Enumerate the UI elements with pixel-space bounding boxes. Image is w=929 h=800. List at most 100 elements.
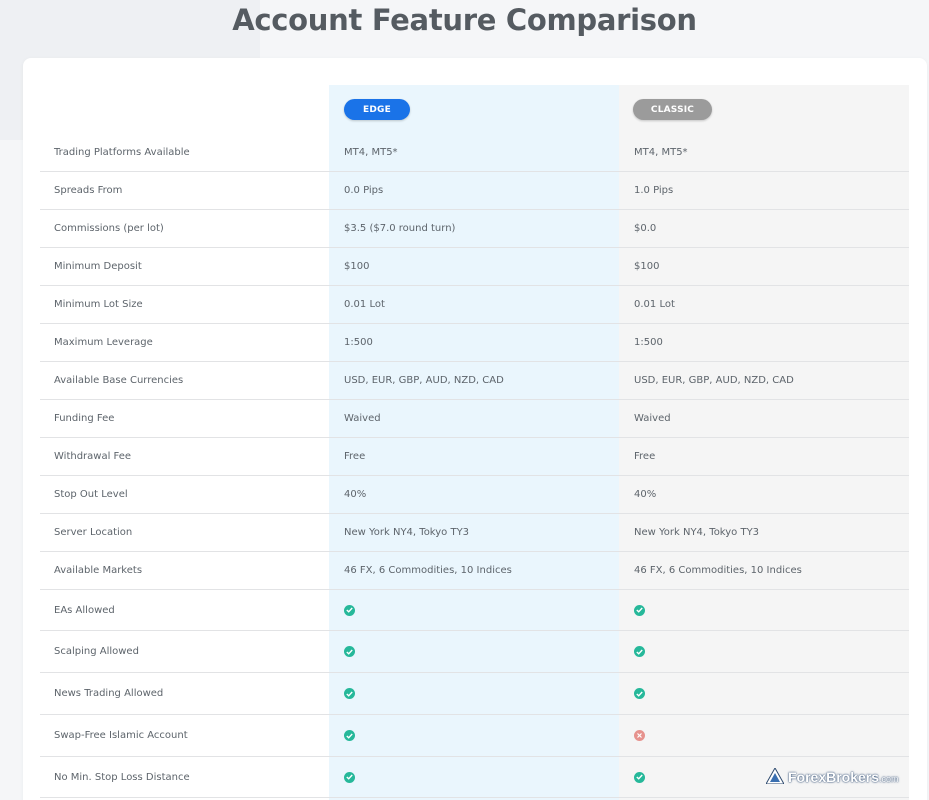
edge-value-cell: 1:500 (344, 324, 624, 361)
classic-value: $100 (634, 261, 660, 272)
check-icon (634, 646, 645, 657)
check-icon (344, 730, 355, 741)
classic-value-cell: MT4, MT5* (634, 134, 904, 171)
classic-value: 1:500 (634, 337, 663, 348)
row-label: No Min. Stop Loss Distance (54, 771, 190, 783)
edge-value: 0.01 Lot (344, 299, 385, 310)
classic-value-cell: $100 (634, 248, 904, 285)
row-label: Stop Out Level (54, 489, 128, 500)
row-label-cell: Minimum Lot Size (54, 286, 324, 323)
classic-value-cell: 1.0 Pips (634, 172, 904, 209)
row-label-cell: Funding Fee (54, 400, 324, 437)
row-label-cell: Commissions (per lot) (54, 210, 324, 247)
edge-value-cell: Free (344, 438, 624, 475)
table-row: Available Base Currencies USD, EUR, GBP, … (40, 362, 909, 400)
edge-value-cell (344, 673, 624, 714)
edge-value-cell: $100 (344, 248, 624, 285)
row-label-cell: News Trading Allowed (54, 673, 324, 714)
page-title: Account Feature Comparison (232, 3, 697, 37)
comparison-table: Trading Platforms Available MT4, MT5* MT4,… (40, 134, 909, 798)
row-label-cell: No Min. Stop Loss Distance (54, 757, 324, 797)
row-label-cell: Trading Platforms Available (54, 134, 324, 171)
edge-value: 46 FX, 6 Commodities, 10 Indices (344, 565, 512, 576)
row-label-cell: Spreads From (54, 172, 324, 209)
classic-account-badge[interactable]: CLASSIC (633, 99, 712, 120)
edge-value-cell: 0.01 Lot (344, 286, 624, 323)
edge-value: USD, EUR, GBP, AUD, NZD, CAD (344, 375, 504, 386)
row-label: Minimum Lot Size (54, 299, 143, 310)
classic-value-cell (634, 673, 904, 714)
edge-account-badge[interactable]: EDGE (344, 99, 410, 120)
table-row: Scalping Allowed (40, 631, 909, 673)
watermark-brand: ForexBrokers (788, 769, 880, 785)
row-label-cell: Available Base Currencies (54, 362, 324, 399)
row-label: Available Base Currencies (54, 375, 184, 386)
row-label-cell: EAs Allowed (54, 590, 324, 630)
row-label-cell: Available Markets (54, 552, 324, 589)
edge-value-cell: 46 FX, 6 Commodities, 10 Indices (344, 552, 624, 589)
table-row: News Trading Allowed (40, 673, 909, 715)
classic-value: Free (634, 451, 656, 462)
edge-value-cell (344, 757, 624, 797)
classic-value: USD, EUR, GBP, AUD, NZD, CAD (634, 375, 794, 386)
table-row: Funding Fee Waived Waived (40, 400, 909, 438)
classic-value-cell: Waived (634, 400, 904, 437)
check-icon (344, 688, 355, 699)
row-label: Commissions (per lot) (54, 223, 164, 234)
table-row: Commissions (per lot) $3.5 ($7.0 round tu… (40, 210, 909, 248)
edge-value: 0.0 Pips (344, 185, 384, 196)
table-row: Minimum Lot Size 0.01 Lot 0.01 Lot (40, 286, 909, 324)
edge-value-cell: $3.5 ($7.0 round turn) (344, 210, 624, 247)
row-label: Trading Platforms Available (54, 147, 190, 158)
edge-value: 1:500 (344, 337, 373, 348)
edge-value: New York NY4, Tokyo TY3 (344, 527, 470, 538)
table-row: Spreads From 0.0 Pips 1.0 Pips (40, 172, 909, 210)
row-label: Scalping Allowed (54, 646, 139, 657)
row-label: News Trading Allowed (54, 688, 164, 699)
classic-value: New York NY4, Tokyo TY3 (634, 527, 760, 538)
check-icon (634, 688, 645, 699)
classic-value-cell: 46 FX, 6 Commodities, 10 Indices (634, 552, 904, 589)
table-row: Available Markets 46 FX, 6 Commodities, 1… (40, 552, 909, 590)
edge-value-cell: 0.0 Pips (344, 172, 624, 209)
watermark-suffix: .com (879, 774, 899, 784)
edge-value: $3.5 ($7.0 round turn) (344, 223, 456, 234)
row-label: Server Location (54, 527, 133, 538)
classic-value: 0.01 Lot (634, 299, 675, 310)
table-row: Swap-Free Islamic Account (40, 715, 909, 757)
classic-value: 46 FX, 6 Commodities, 10 Indices (634, 565, 802, 576)
check-icon (634, 604, 645, 616)
edge-value-cell: Waived (344, 400, 624, 437)
table-row: Withdrawal Fee Free Free (40, 438, 909, 476)
edge-value-cell: New York NY4, Tokyo TY3 (344, 514, 624, 551)
table-row: Trading Platforms Available MT4, MT5* MT4,… (40, 134, 909, 172)
edge-value-cell: USD, EUR, GBP, AUD, NZD, CAD (344, 362, 624, 399)
row-label-cell: Withdrawal Fee (54, 438, 324, 475)
edge-value-cell: 40% (344, 476, 624, 513)
classic-value: 40% (634, 489, 657, 500)
check-icon (344, 771, 355, 783)
row-label: Swap-Free Islamic Account (54, 730, 188, 741)
edge-value-cell (344, 715, 624, 756)
classic-value-cell (634, 715, 904, 756)
classic-value: $0.0 (634, 223, 657, 234)
classic-value-cell: 40% (634, 476, 904, 513)
row-label: EAs Allowed (54, 604, 115, 616)
classic-value-cell: 0.01 Lot (634, 286, 904, 323)
classic-value-cell: USD, EUR, GBP, AUD, NZD, CAD (634, 362, 904, 399)
table-row: EAs Allowed (40, 590, 909, 631)
classic-value-cell: New York NY4, Tokyo TY3 (634, 514, 904, 551)
row-label: Withdrawal Fee (54, 451, 132, 462)
edge-value: MT4, MT5* (344, 147, 398, 158)
classic-value: 1.0 Pips (634, 185, 674, 196)
edge-value: Waived (344, 413, 381, 424)
row-label-cell: Server Location (54, 514, 324, 551)
table-row: Stop Out Level 40% 40% (40, 476, 909, 514)
row-label: Maximum Leverage (54, 337, 153, 348)
classic-value-cell (634, 631, 904, 672)
row-label: Available Markets (54, 565, 143, 576)
row-label: Spreads From (54, 185, 123, 196)
forexbrokers-watermark: ForexBrokers .com (765, 766, 899, 788)
classic-value-cell: 1:500 (634, 324, 904, 361)
check-icon (344, 646, 355, 657)
